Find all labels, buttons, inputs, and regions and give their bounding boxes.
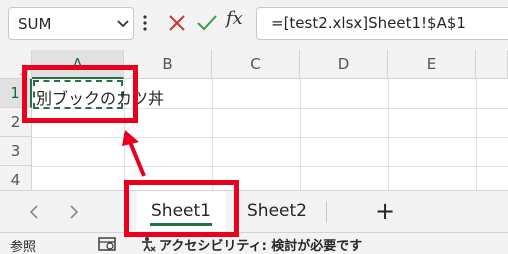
column-header-f[interactable] <box>476 50 508 79</box>
annotation-highlight-tab <box>124 180 239 237</box>
gridline <box>32 137 508 138</box>
name-box-value: SUM <box>18 15 52 33</box>
status-bar: 参照 アクセシビリティ: 検討が必要です <box>0 232 508 254</box>
formula-input[interactable]: =[test2.xlsx]Sheet1!$A$1 <box>256 7 508 40</box>
insert-function-icon[interactable]: fx <box>226 8 243 29</box>
column-header-c[interactable]: C <box>212 50 300 79</box>
gridline <box>32 166 508 167</box>
formula-bar: SUM fx =[test2.xlsx]Sheet1!$A$1 <box>0 0 508 46</box>
cancel-icon[interactable] <box>167 12 187 34</box>
column-header-d[interactable]: D <box>300 50 388 79</box>
tab-divider <box>326 201 327 223</box>
annotation-arrow-icon <box>122 130 146 177</box>
tab-sheet2[interactable]: Sheet2 <box>236 191 318 231</box>
row-header-3[interactable]: 3 <box>0 137 32 166</box>
formula-text: =[test2.xlsx]Sheet1!$A$1 <box>271 14 466 32</box>
sheet-tabs-bar: Sheet1 Sheet2 + <box>0 190 508 232</box>
chevron-right-icon[interactable] <box>68 203 80 221</box>
checkmark-icon[interactable] <box>196 12 218 34</box>
cell-mode-icon[interactable] <box>98 236 116 252</box>
name-box[interactable]: SUM <box>8 7 134 40</box>
accessibility-status[interactable]: アクセシビリティ: 検討が必要です <box>159 235 362 254</box>
accessibility-icon[interactable] <box>140 236 156 252</box>
gridline <box>388 79 389 190</box>
gridline <box>476 79 477 190</box>
annotation-highlight-cell <box>22 65 138 123</box>
chevron-left-icon[interactable] <box>28 203 40 221</box>
gridline <box>212 79 213 190</box>
row-header-4[interactable]: 4 <box>0 166 32 190</box>
column-header-e[interactable]: E <box>388 50 476 79</box>
more-options-icon[interactable] <box>143 15 147 31</box>
add-sheet-button[interactable]: + <box>374 199 396 225</box>
chevron-down-icon[interactable] <box>116 18 130 30</box>
gridline <box>300 79 301 190</box>
status-mode: 参照 <box>10 240 37 254</box>
